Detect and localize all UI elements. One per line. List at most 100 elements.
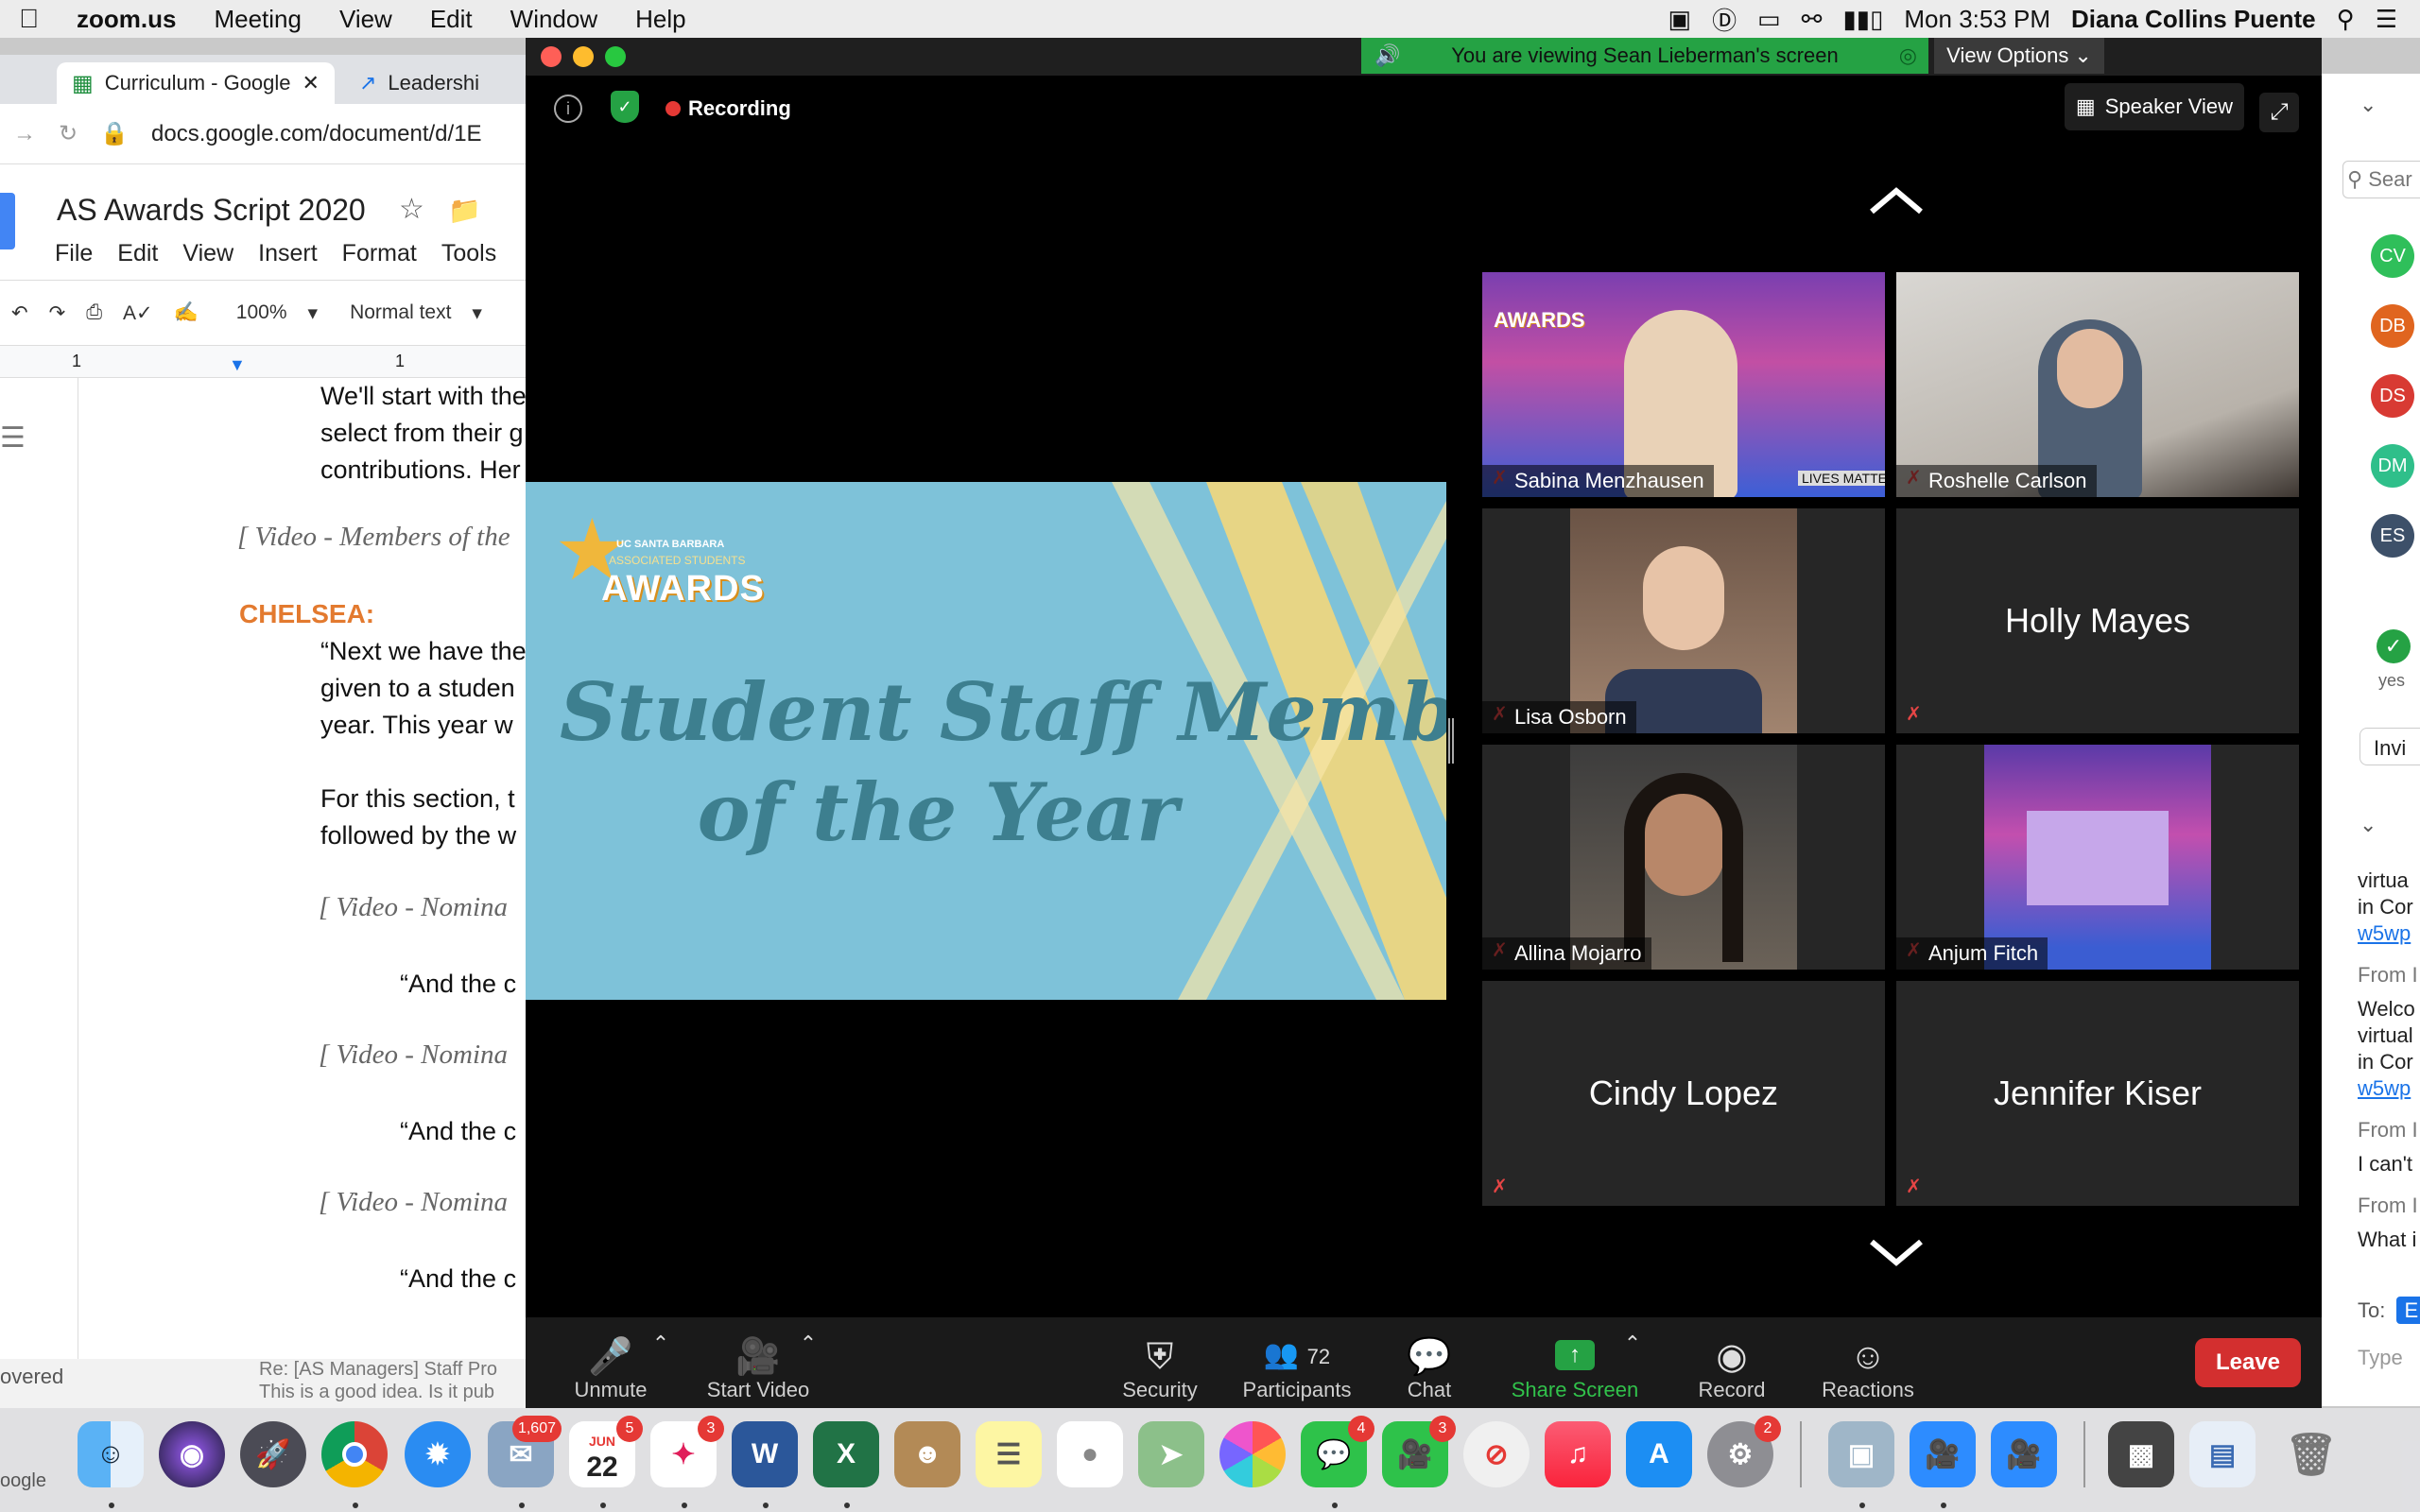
spellcheck-icon[interactable]: A✓ — [123, 301, 153, 325]
minimized-window-icon[interactable]: ▩ — [2108, 1421, 2174, 1487]
share-options-caret[interactable]: ⌃ — [1618, 1323, 1647, 1402]
spotlight-search-icon[interactable]: ⚲ — [2337, 5, 2355, 34]
recording-indicator[interactable]: Recording — [666, 96, 791, 121]
record-button[interactable]: ◉ Record — [1685, 1323, 1779, 1402]
video-status-icon[interactable]: ▣ — [1668, 5, 1691, 34]
contacts-icon[interactable]: ☻ — [894, 1421, 960, 1487]
menu-window[interactable]: Window — [492, 5, 616, 34]
launchpad-icon[interactable]: 🚀 — [240, 1421, 306, 1487]
minimize-window-icon[interactable] — [573, 46, 594, 67]
document-title[interactable]: AS Awards Script 2020 — [57, 193, 366, 228]
reactions-button[interactable]: ☺ Reactions — [1811, 1323, 1925, 1402]
shared-screen[interactable]: ★ UC SANTA BARBARA ASSOCIATED STUDENTS A… — [526, 482, 1446, 1000]
avatar[interactable]: DS — [2371, 374, 2414, 418]
notes-icon[interactable]: ☰ — [976, 1421, 1042, 1487]
speaker-view-button[interactable]: ▦ Speaker View — [2065, 83, 2244, 130]
zoom-app-icon[interactable]: 🎥 — [1910, 1421, 1976, 1487]
chat-to-select[interactable]: E — [2396, 1297, 2420, 1324]
close-window-icon[interactable] — [541, 46, 562, 67]
docs-menu-tools[interactable]: Tools — [441, 240, 496, 267]
leave-button[interactable]: Leave — [2195, 1338, 2301, 1387]
avatar[interactable]: DB — [2371, 304, 2414, 348]
participant-tile[interactable]: ✗ Lisa Osborn — [1482, 508, 1885, 733]
siri-icon[interactable]: ◉ — [159, 1421, 225, 1487]
menu-clock[interactable]: Mon 3:53 PM — [1904, 5, 2050, 34]
avatar[interactable]: DM — [2371, 444, 2414, 488]
chat-input[interactable]: Type — [2358, 1346, 2403, 1370]
move-folder-icon[interactable]: 📁 — [448, 195, 481, 226]
zoom-minimized-icon[interactable]: 🎥 — [1991, 1421, 2057, 1487]
trash-icon[interactable]: 🗑 — [2278, 1421, 2344, 1487]
messages-icon[interactable]: 💬 4 — [1301, 1416, 1374, 1487]
avatar[interactable]: ES — [2371, 514, 2414, 558]
facetime-icon[interactable]: 🎥 3 — [1382, 1416, 1456, 1487]
participant-tile[interactable]: AWARDS LIVES MATTER ✗ Sabina Menzhausen — [1482, 272, 1885, 497]
menu-meeting[interactable]: Meeting — [195, 5, 320, 34]
participant-tile[interactable]: ✗ Allina Mojarro — [1482, 745, 1885, 970]
apple-menu-icon[interactable]:  — [0, 4, 58, 34]
reload-icon[interactable]: ↻ — [59, 120, 78, 147]
app-store-icon[interactable]: A — [1626, 1421, 1692, 1487]
photos-icon[interactable] — [1219, 1421, 1286, 1487]
close-tab-icon[interactable]: ✕ — [302, 71, 320, 95]
browser-tab-curriculum[interactable]: ▦ Curriculum - Google ✕ — [57, 62, 335, 104]
music-icon[interactable]: ♫ — [1545, 1421, 1611, 1487]
menu-help[interactable]: Help — [616, 5, 704, 34]
participants-button[interactable]: 👥 72 Participants — [1233, 1323, 1361, 1402]
zoom-select[interactable]: 100% — [236, 301, 287, 324]
calendar-icon[interactable]: JUN 22 5 — [569, 1416, 643, 1487]
maps-icon[interactable]: ➤ — [1138, 1421, 1204, 1487]
scroll-down-icon[interactable] — [1858, 1234, 1934, 1272]
wifi-icon[interactable]: ⚯ — [1802, 5, 1823, 34]
document-page[interactable]: We'll start with the select from their g… — [78, 378, 529, 1359]
menu-edit[interactable]: Edit — [411, 5, 492, 34]
print-icon[interactable]: ⎙ — [86, 301, 102, 324]
maximize-window-icon[interactable] — [605, 46, 626, 67]
chat-link[interactable]: w5wp — [2358, 920, 2418, 947]
ruler[interactable]: 1 ▼ 1 — [0, 346, 529, 378]
forward-icon[interactable]: → — [13, 121, 36, 147]
url-field[interactable]: docs.google.com/document/d/1E — [151, 121, 482, 147]
audio-options-caret[interactable]: ⌃ — [647, 1323, 675, 1402]
browser-tab-leadership[interactable]: ↗ Leadershi — [344, 62, 494, 104]
outline-icon[interactable]: ☰ — [0, 421, 26, 455]
paint-format-icon[interactable]: ✍ — [174, 301, 199, 324]
chat-link[interactable]: w5wp — [2358, 1075, 2418, 1102]
invite-button[interactable]: Invi — [2360, 728, 2420, 765]
chrome-icon[interactable] — [321, 1421, 388, 1487]
meeting-info-icon[interactable]: i — [554, 94, 582, 123]
slack-icon[interactable]: ✦ 3 — [650, 1416, 724, 1487]
docs-menu-edit[interactable]: Edit — [117, 240, 158, 267]
word-icon[interactable]: W — [732, 1421, 798, 1487]
undo-icon[interactable]: ↶ — [11, 301, 28, 325]
docs-menu-file[interactable]: File — [55, 240, 93, 267]
participant-tile[interactable]: ✗ Roshelle Carlson — [1896, 272, 2299, 497]
participant-tile[interactable]: Holly Mayes ✗ — [1896, 508, 2299, 733]
preview-icon[interactable]: ▣ — [1828, 1421, 1894, 1487]
chat-recipient[interactable]: To: E — [2358, 1297, 2420, 1324]
fullscreen-icon[interactable]: ⤢ — [2259, 93, 2299, 132]
participant-tile[interactable]: Jennifer Kiser ✗ — [1896, 981, 2299, 1206]
menu-user[interactable]: Diana Collins Puente — [2071, 5, 2316, 34]
airplay-icon[interactable]: ▭ — [1757, 5, 1781, 34]
star-icon[interactable]: ☆ — [399, 193, 424, 226]
unmute-button[interactable]: 🎤 Unmute — [563, 1323, 658, 1402]
panel-resize-handle[interactable] — [1448, 718, 1454, 764]
stop-icon[interactable]: ◎ — [1899, 43, 1917, 68]
collapse-chevron-icon[interactable]: ⌄ — [2360, 93, 2377, 117]
finder-icon[interactable]: ☺ — [78, 1421, 144, 1487]
news-icon[interactable]: ⊘ — [1463, 1421, 1530, 1487]
scroll-up-icon[interactable] — [1858, 180, 1934, 217]
yes-check-icon[interactable]: ✓ — [2377, 629, 2411, 663]
battery-icon[interactable]: ▮▮▯ — [1842, 5, 1883, 34]
chat-collapse-icon[interactable]: ⌄ — [2360, 813, 2377, 837]
security-button[interactable]: ⛨ Security — [1108, 1323, 1212, 1402]
excel-icon[interactable]: X — [813, 1421, 879, 1487]
style-select[interactable]: Normal text — [350, 301, 451, 324]
redo-icon[interactable]: ↷ — [49, 301, 66, 325]
reminders-icon[interactable]: ● — [1057, 1421, 1123, 1487]
menu-app-name[interactable]: zoom.us — [58, 5, 195, 34]
mail-icon[interactable]: ✉ 1,607 — [488, 1416, 562, 1487]
participant-search-input[interactable]: ⚲ Sear — [2342, 161, 2420, 198]
video-options-caret[interactable]: ⌃ — [794, 1323, 822, 1402]
